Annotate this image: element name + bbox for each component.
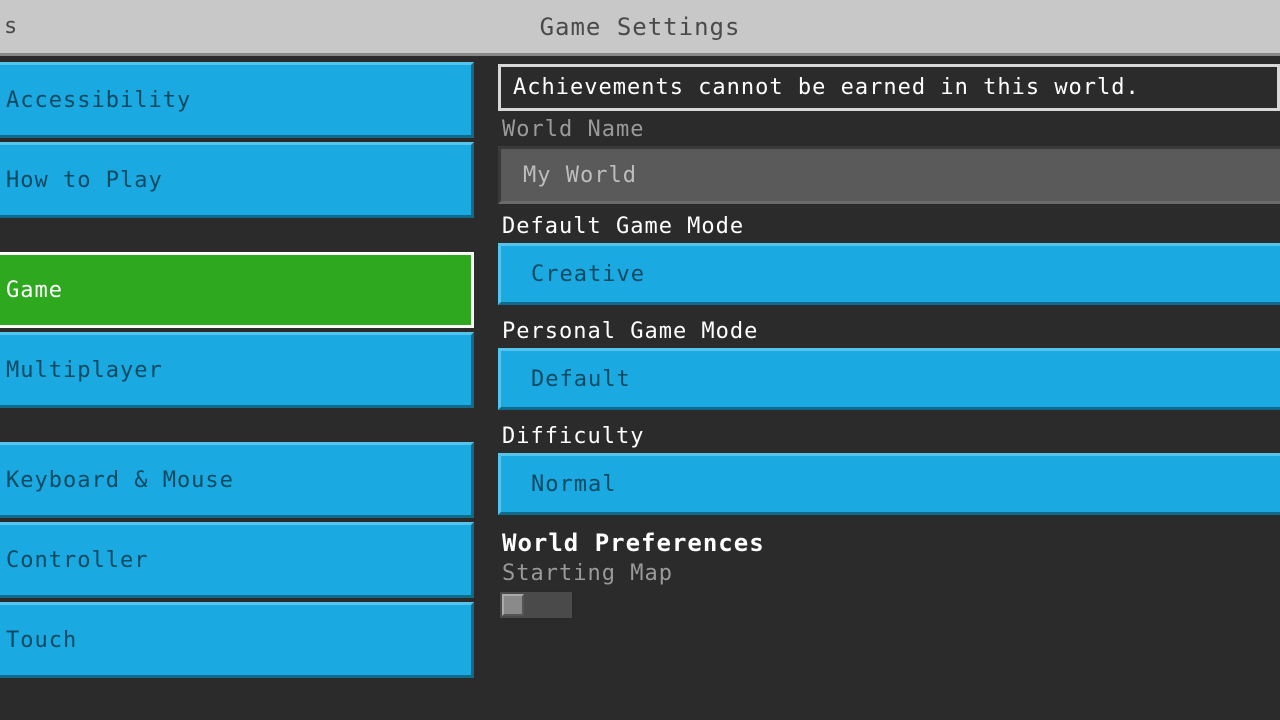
- starting-map-toggle[interactable]: [498, 590, 574, 620]
- sidebar-group-world: Game Multiplayer: [0, 252, 474, 408]
- sidebar-group-controls: Keyboard & Mouse Controller Touch: [0, 442, 474, 678]
- titlebar: s Game Settings: [0, 0, 1280, 56]
- achievements-notice: Achievements cannot be earned in this wo…: [498, 64, 1280, 111]
- content: Accessibility How to Play Game Multiplay…: [0, 56, 1280, 720]
- page-title: Game Settings: [540, 13, 741, 41]
- sidebar-item-label: Keyboard & Mouse: [6, 468, 234, 493]
- personal-game-mode-dropdown[interactable]: Default: [498, 348, 1280, 410]
- sidebar-item-label: Accessibility: [6, 88, 191, 113]
- sidebar-item-label: How to Play: [6, 168, 163, 193]
- world-name-input[interactable]: My World: [498, 146, 1280, 204]
- personal-game-mode-label: Personal Game Mode: [502, 319, 1280, 344]
- sidebar: Accessibility How to Play Game Multiplay…: [0, 56, 474, 720]
- sidebar-item-label: Touch: [6, 628, 77, 653]
- toggle-knob: [502, 594, 524, 616]
- default-game-mode-value: Creative: [531, 262, 645, 287]
- difficulty-label: Difficulty: [502, 424, 1280, 449]
- difficulty-dropdown[interactable]: Normal: [498, 453, 1280, 515]
- default-game-mode-label: Default Game Mode: [502, 214, 1280, 239]
- sidebar-group-general: Accessibility How to Play: [0, 62, 474, 218]
- main-panel: Achievements cannot be earned in this wo…: [484, 56, 1280, 720]
- difficulty-value: Normal: [531, 472, 616, 497]
- titlebar-left-fragment: s: [0, 0, 18, 53]
- sidebar-item-accessibility[interactable]: Accessibility: [0, 62, 474, 138]
- starting-map-toggle-row: [498, 590, 1280, 620]
- world-preferences-title: World Preferences: [502, 529, 1280, 557]
- sidebar-item-label: Multiplayer: [6, 358, 163, 383]
- personal-game-mode-value: Default: [531, 367, 631, 392]
- sidebar-item-controller[interactable]: Controller: [0, 522, 474, 598]
- sidebar-item-touch[interactable]: Touch: [0, 602, 474, 678]
- sidebar-item-label: Game: [6, 278, 63, 303]
- default-game-mode-dropdown[interactable]: Creative: [498, 243, 1280, 305]
- sidebar-item-how-to-play[interactable]: How to Play: [0, 142, 474, 218]
- starting-map-label: Starting Map: [502, 561, 1280, 586]
- sidebar-item-multiplayer[interactable]: Multiplayer: [0, 332, 474, 408]
- sidebar-item-game[interactable]: Game: [0, 252, 474, 328]
- sidebar-item-keyboard-mouse[interactable]: Keyboard & Mouse: [0, 442, 474, 518]
- world-name-label: World Name: [502, 117, 1280, 142]
- world-name-value: My World: [523, 163, 637, 188]
- sidebar-item-label: Controller: [6, 548, 148, 573]
